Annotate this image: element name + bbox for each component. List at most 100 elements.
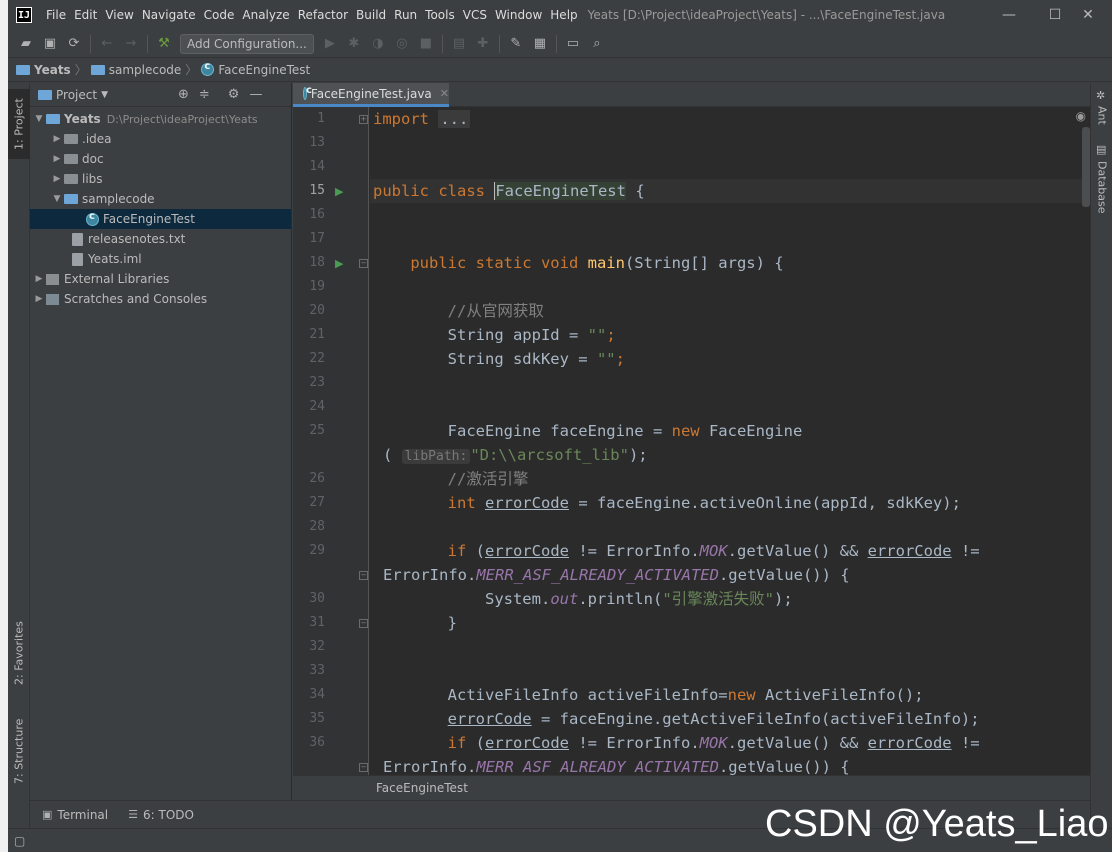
menu-code[interactable]: Code <box>200 0 239 30</box>
breadcrumb-samplecode[interactable]: samplecode 〉 <box>90 61 197 78</box>
tree-item-label: samplecode <box>82 192 155 206</box>
reader-mode-eye-icon[interactable]: ◉ <box>1076 109 1086 123</box>
tree-item-libs[interactable]: ▶ libs <box>30 169 291 189</box>
back-arrow-icon[interactable]: ← <box>95 33 119 55</box>
menu-help[interactable]: Help <box>546 0 581 30</box>
code-line-34: ActiveFileInfo activeFileInfo=new Active… <box>447 686 924 704</box>
project-view-selector[interactable]: Project <box>56 88 97 102</box>
close-tab-icon[interactable]: ✕ <box>440 87 449 100</box>
folded-imports[interactable]: ... <box>438 110 471 128</box>
project-tool-tab[interactable]: 1: Project <box>8 89 30 159</box>
run-main-icon[interactable]: ▶ <box>335 257 343 270</box>
collapsed-arrow-icon[interactable]: ▶ <box>32 274 46 284</box>
line-number: 20 <box>309 303 325 318</box>
vcs-update-icon[interactable]: ▤ <box>447 33 471 55</box>
menu-build[interactable]: Build <box>352 0 390 30</box>
debug-icon[interactable]: ✱ <box>342 33 366 55</box>
collapsed-arrow-icon[interactable]: ▶ <box>50 174 64 184</box>
tree-item-label: .idea <box>82 132 112 146</box>
menu-window[interactable]: Window <box>491 0 546 30</box>
settings-wrench-icon[interactable]: ✎ <box>504 33 528 55</box>
collapse-all-icon[interactable]: ≑ <box>199 87 210 102</box>
gear-icon[interactable]: ⚙ <box>228 87 240 102</box>
menu-file[interactable]: File <box>42 0 70 30</box>
menu-edit[interactable]: Edit <box>70 0 101 30</box>
menu-view[interactable]: View <box>101 0 137 30</box>
tree-item-label: External Libraries <box>64 272 170 286</box>
todo-tool-tab[interactable]: ☰ 6: TODO <box>128 808 194 822</box>
add-configuration-button[interactable]: Add Configuration... <box>180 33 314 54</box>
synchronize-icon[interactable]: ⟳ <box>62 33 86 55</box>
run-class-icon[interactable]: ▶ <box>335 185 343 198</box>
toolbar-divider <box>441 34 443 53</box>
terminal-tool-tab[interactable]: ▣ Terminal <box>42 808 108 822</box>
editor-breadcrumb-class[interactable]: FaceEngineTest <box>376 781 468 795</box>
menu-bar: File Edit View Navigate Code Analyze Ref… <box>42 0 582 30</box>
save-all-icon[interactable]: ▣ <box>38 33 62 55</box>
collapsed-arrow-icon[interactable]: ▶ <box>50 134 64 144</box>
tree-item-yeats[interactable]: ▼ Yeats D:\Project\ideaProject\Yeats <box>30 109 291 129</box>
tree-item-faceenginetest[interactable]: FaceEngineTest <box>30 209 291 229</box>
breadcrumb-samplecode-label: samplecode <box>108 62 182 77</box>
menu-tools[interactable]: Tools <box>421 0 459 30</box>
collapsed-arrow-icon[interactable]: ▶ <box>32 294 46 304</box>
tree-item-doc[interactable]: ▶ doc <box>30 149 291 169</box>
fold-marker-icon[interactable]: − <box>359 571 368 580</box>
code-editor[interactable]: 1 13 14 15 16 17 18 19 20 21 22 23 24 25… <box>293 107 1090 775</box>
vertical-scrollbar[interactable] <box>1082 127 1090 207</box>
breadcrumb-class[interactable]: FaceEngineTest <box>201 61 310 77</box>
structure-tool-tab[interactable]: 7: Structure <box>8 711 30 791</box>
run-icon[interactable]: ▶ <box>318 33 342 55</box>
ant-tool-tab[interactable]: Ant <box>1091 103 1112 127</box>
folder-icon <box>64 174 78 184</box>
expanded-arrow-icon[interactable]: ▼ <box>32 114 46 124</box>
folder-icon <box>90 64 105 75</box>
fold-marker-icon[interactable]: − <box>359 619 368 628</box>
fold-marker-icon[interactable]: − <box>359 763 368 772</box>
line-number: 27 <box>309 495 325 510</box>
source-folder-icon <box>64 194 78 204</box>
forward-arrow-icon[interactable]: → <box>119 33 143 55</box>
toggle-tool-windows-icon[interactable]: ▢ <box>14 834 25 848</box>
project-structure-icon[interactable]: ▦ <box>528 33 552 55</box>
open-folder-icon[interactable]: ▰ <box>14 33 38 55</box>
terminal-icon: ▣ <box>42 808 53 821</box>
terminal-tab-label: Terminal <box>57 807 109 822</box>
menu-run[interactable]: Run <box>390 0 421 30</box>
breadcrumb-project[interactable]: Yeats 〉 <box>16 61 87 78</box>
presentation-icon[interactable]: ▭ <box>561 33 585 55</box>
tree-item-iml[interactable]: Yeats.iml <box>30 249 291 269</box>
expanded-arrow-icon[interactable]: ▼ <box>50 194 64 204</box>
collapsed-arrow-icon[interactable]: ▶ <box>50 154 64 164</box>
menu-vcs[interactable]: VCS <box>459 0 491 30</box>
hide-panel-icon[interactable]: — <box>249 87 262 102</box>
menu-analyze[interactable]: Analyze <box>238 0 293 30</box>
build-hammer-icon[interactable]: ⚒ <box>152 33 176 55</box>
close-button[interactable]: ✕ <box>1064 0 1112 30</box>
chevron-down-icon[interactable]: ▼ <box>101 90 108 100</box>
editor-tab-faceenginetest[interactable]: FaceEngineTest.java ✕ <box>293 83 449 107</box>
fold-marker-icon[interactable]: − <box>359 259 368 268</box>
fold-marker-icon[interactable]: + <box>359 115 368 124</box>
tree-item-external-libraries[interactable]: ▶ External Libraries <box>30 269 291 289</box>
tree-item-samplecode[interactable]: ▼ samplecode <box>30 189 291 209</box>
desktop-edge <box>0 0 8 852</box>
locate-target-icon[interactable]: ⊕ <box>178 87 189 102</box>
tree-item-label: Yeats <box>64 112 101 126</box>
ide-window: IJ File Edit View Navigate Code Analyze … <box>8 0 1112 852</box>
stop-icon[interactable]: ■ <box>414 33 438 55</box>
tree-item-releasenotes[interactable]: releasenotes.txt <box>30 229 291 249</box>
menu-refactor[interactable]: Refactor <box>294 0 352 30</box>
code-line-36-wrap: ErrorInfo.MERR_ASF_ALREADY_ACTIVATED.get… <box>383 758 850 775</box>
intellij-logo-icon[interactable]: IJ <box>16 7 32 23</box>
coverage-icon[interactable]: ◑ <box>366 33 390 55</box>
profile-icon[interactable]: ◎ <box>390 33 414 55</box>
tree-item-scratches[interactable]: ▶ Scratches and Consoles <box>30 289 291 309</box>
menu-navigate[interactable]: Navigate <box>138 0 200 30</box>
vcs-commit-icon[interactable]: ✚ <box>471 33 495 55</box>
favorites-tool-tab[interactable]: 2: Favorites <box>8 613 30 693</box>
database-tool-tab[interactable]: Database <box>1091 157 1112 217</box>
minimize-button[interactable]: — <box>986 0 1032 30</box>
tree-item-idea[interactable]: ▶ .idea <box>30 129 291 149</box>
search-icon[interactable]: ⌕ <box>585 33 609 55</box>
